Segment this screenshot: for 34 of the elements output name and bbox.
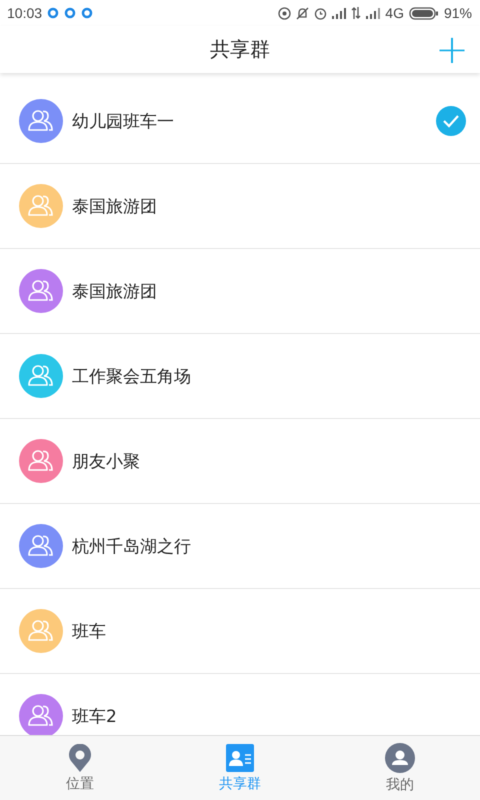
group-item[interactable]: 泰国旅游团 (0, 164, 480, 249)
group-name: 泰国旅游团 (72, 280, 158, 302)
group-name: 杭州千岛湖之行 (72, 536, 192, 558)
notification-icon (47, 7, 60, 19)
signal-icon (366, 8, 380, 18)
battery-percent: 91% (444, 5, 472, 21)
alarm-icon (314, 6, 328, 20)
group-item[interactable]: 杭州千岛湖之行 (0, 504, 480, 589)
mute-icon (296, 6, 310, 20)
group-item[interactable]: 班车 (0, 589, 480, 674)
group-name: 朋友小聚 (72, 450, 141, 472)
group-name: 幼儿园班车一 (72, 110, 175, 132)
group-item[interactable]: 朋友小聚 (0, 419, 480, 504)
notification-icon (64, 7, 76, 19)
group-name: 泰国旅游团 (72, 196, 158, 218)
status-time: 10:03 (7, 5, 42, 21)
group-item[interactable]: 工作聚会五角场 (0, 334, 480, 419)
location-pin-icon (68, 744, 92, 772)
tab[interactable]: 位置 (0, 736, 160, 800)
notification-icon (81, 7, 94, 19)
group-name: 班车2 (72, 706, 118, 728)
group-item[interactable]: 泰国旅游团 (0, 249, 480, 334)
battery-icon (408, 6, 439, 20)
network-type: 4G (385, 5, 404, 21)
data-arrows-icon (351, 7, 362, 19)
profile-icon (385, 742, 415, 772)
group-name: 工作聚会五角场 (72, 366, 192, 388)
group-item[interactable]: 幼儿园班车一 (0, 79, 480, 164)
page-title: 共享群 (210, 36, 270, 63)
group-name: 班车 (72, 620, 107, 642)
hotspot-icon (278, 6, 292, 20)
signal-icon (332, 8, 346, 18)
tab[interactable]: 我的 (320, 736, 480, 800)
contact-card-icon (226, 744, 254, 772)
